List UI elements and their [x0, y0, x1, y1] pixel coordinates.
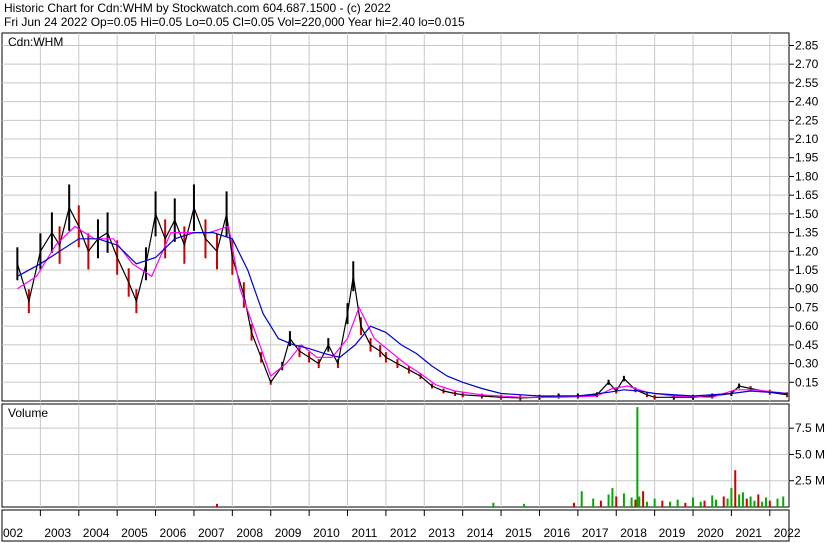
- x-tick-label: 2011: [352, 526, 378, 540]
- volume-bar: [768, 500, 771, 507]
- y-tick-label: 0.90: [795, 282, 819, 296]
- volume-bar: [653, 498, 656, 507]
- volume-bar: [782, 496, 785, 507]
- volume-bar: [615, 496, 618, 507]
- y-tick-label: 1.20: [795, 244, 819, 258]
- x-tick-label: 2009: [275, 526, 302, 540]
- y-tick-label: 0.30: [795, 357, 819, 371]
- volume-bar: [722, 496, 725, 507]
- x-tick-label: 2008: [236, 526, 263, 540]
- x-tick-label: 2006: [160, 526, 187, 540]
- volume-bar: [645, 501, 648, 507]
- y-tick-label: 0.15: [795, 375, 819, 389]
- y-tick-label: 2.70: [795, 57, 819, 71]
- y-tick-label: 2.85: [795, 38, 819, 52]
- volume-bar: [703, 500, 706, 507]
- volume-bar: [668, 501, 671, 507]
- volume-bar: [711, 495, 714, 507]
- x-tick-label: 2018: [620, 526, 647, 540]
- volume-bar: [592, 498, 595, 507]
- volume-bar: [738, 494, 741, 507]
- y-tick-label: 5.0 M: [795, 447, 825, 461]
- volume-bar: [607, 494, 610, 507]
- y-tick-label: 2.40: [795, 95, 819, 109]
- volume-bar: [753, 500, 756, 507]
- volume-bar: [580, 491, 583, 507]
- x-tick-label: 2019: [659, 526, 686, 540]
- x-tick-label: 2012: [390, 526, 417, 540]
- volume-bar: [676, 499, 679, 507]
- y-tick-label: 1.65: [795, 188, 819, 202]
- x-axis: 002 2003 2004 2005 2006 2007 2008 2009 2010 2011 2…: [1, 509, 801, 542]
- y-tick-label: 2.10: [795, 132, 819, 146]
- y-tick-label: 1.50: [795, 207, 819, 221]
- volume-bar: [634, 499, 637, 507]
- volume-bar: [523, 503, 526, 507]
- y-tick-label: 0.60: [795, 319, 819, 333]
- price-panel-label: Cdn:WHM: [8, 35, 63, 49]
- volume-bar: [492, 502, 495, 507]
- volume-bar: [573, 502, 576, 507]
- volume-bar: [761, 501, 764, 507]
- x-tick-label: 2010: [313, 526, 340, 540]
- y-tick-label: 0.45: [795, 338, 819, 352]
- volume-bar: [764, 497, 767, 507]
- volume-panel: 7.5 M 5.0 M 2.5 M Volume: [1, 403, 825, 508]
- volume-bar: [622, 493, 625, 507]
- x-tick-label: 002: [3, 526, 23, 540]
- volume-bar: [684, 502, 687, 507]
- y-tick-label: 1.05: [795, 263, 819, 277]
- y-tick-label: 0.75: [795, 300, 819, 314]
- x-tick-label: 2004: [83, 526, 110, 540]
- volume-bar: [661, 500, 664, 507]
- volume-bar: [715, 499, 718, 507]
- volume-bar: [638, 496, 641, 507]
- y-tick-label: 2.25: [795, 113, 819, 127]
- y-tick-label: 1.35: [795, 226, 819, 240]
- volume-panel-label: Volume: [8, 406, 48, 420]
- x-tick-label: 2020: [697, 526, 724, 540]
- x-tick-label: 2017: [582, 526, 609, 540]
- price-panel: 2.85 2.70 2.55 2.40 2.25 2.10 1.95 1.80 1.65 1.50…: [1, 32, 819, 402]
- x-tick-label: 2016: [543, 526, 570, 540]
- y-tick-label: 1.95: [795, 151, 819, 165]
- x-tick-label: 2003: [44, 526, 71, 540]
- y-tick-label: 2.55: [795, 76, 819, 90]
- y-tick-label: 2.5 M: [795, 474, 825, 488]
- volume-bar: [745, 498, 748, 507]
- volume-bar: [630, 497, 633, 507]
- x-tick-label: 2022: [774, 526, 801, 540]
- x-tick-label: 2013: [428, 526, 455, 540]
- volume-bar: [741, 492, 744, 507]
- volume-bar: [692, 497, 695, 507]
- volume-bar: [611, 488, 614, 507]
- volume-bar: [776, 498, 779, 507]
- volume-bar: [757, 494, 760, 507]
- volume-bar: [215, 503, 218, 507]
- x-tick-label: 2021: [735, 526, 762, 540]
- volume-bar: [730, 488, 733, 507]
- volume-bar: [734, 470, 737, 507]
- stock-chart: 2.85 2.70 2.55 2.40 2.25 2.10 1.95 1.80 1.65 1.50…: [1, 32, 825, 542]
- volume-bar: [642, 491, 645, 507]
- volume-bar: [726, 498, 729, 507]
- x-tick-label: 2014: [467, 526, 494, 540]
- volume-frame: [1, 403, 790, 508]
- volume-bar: [749, 496, 752, 507]
- price-frame: [1, 32, 790, 402]
- y-tick-label: 7.5 M: [795, 421, 825, 435]
- volume-bar: [599, 500, 602, 507]
- volume-bar: [636, 407, 639, 507]
- y-tick-label: 1.80: [795, 169, 819, 183]
- x-tick-label: 2015: [505, 526, 532, 540]
- x-tick-label: 2007: [198, 526, 225, 540]
- x-tick-label: 2005: [121, 526, 148, 540]
- volume-bar: [699, 501, 702, 507]
